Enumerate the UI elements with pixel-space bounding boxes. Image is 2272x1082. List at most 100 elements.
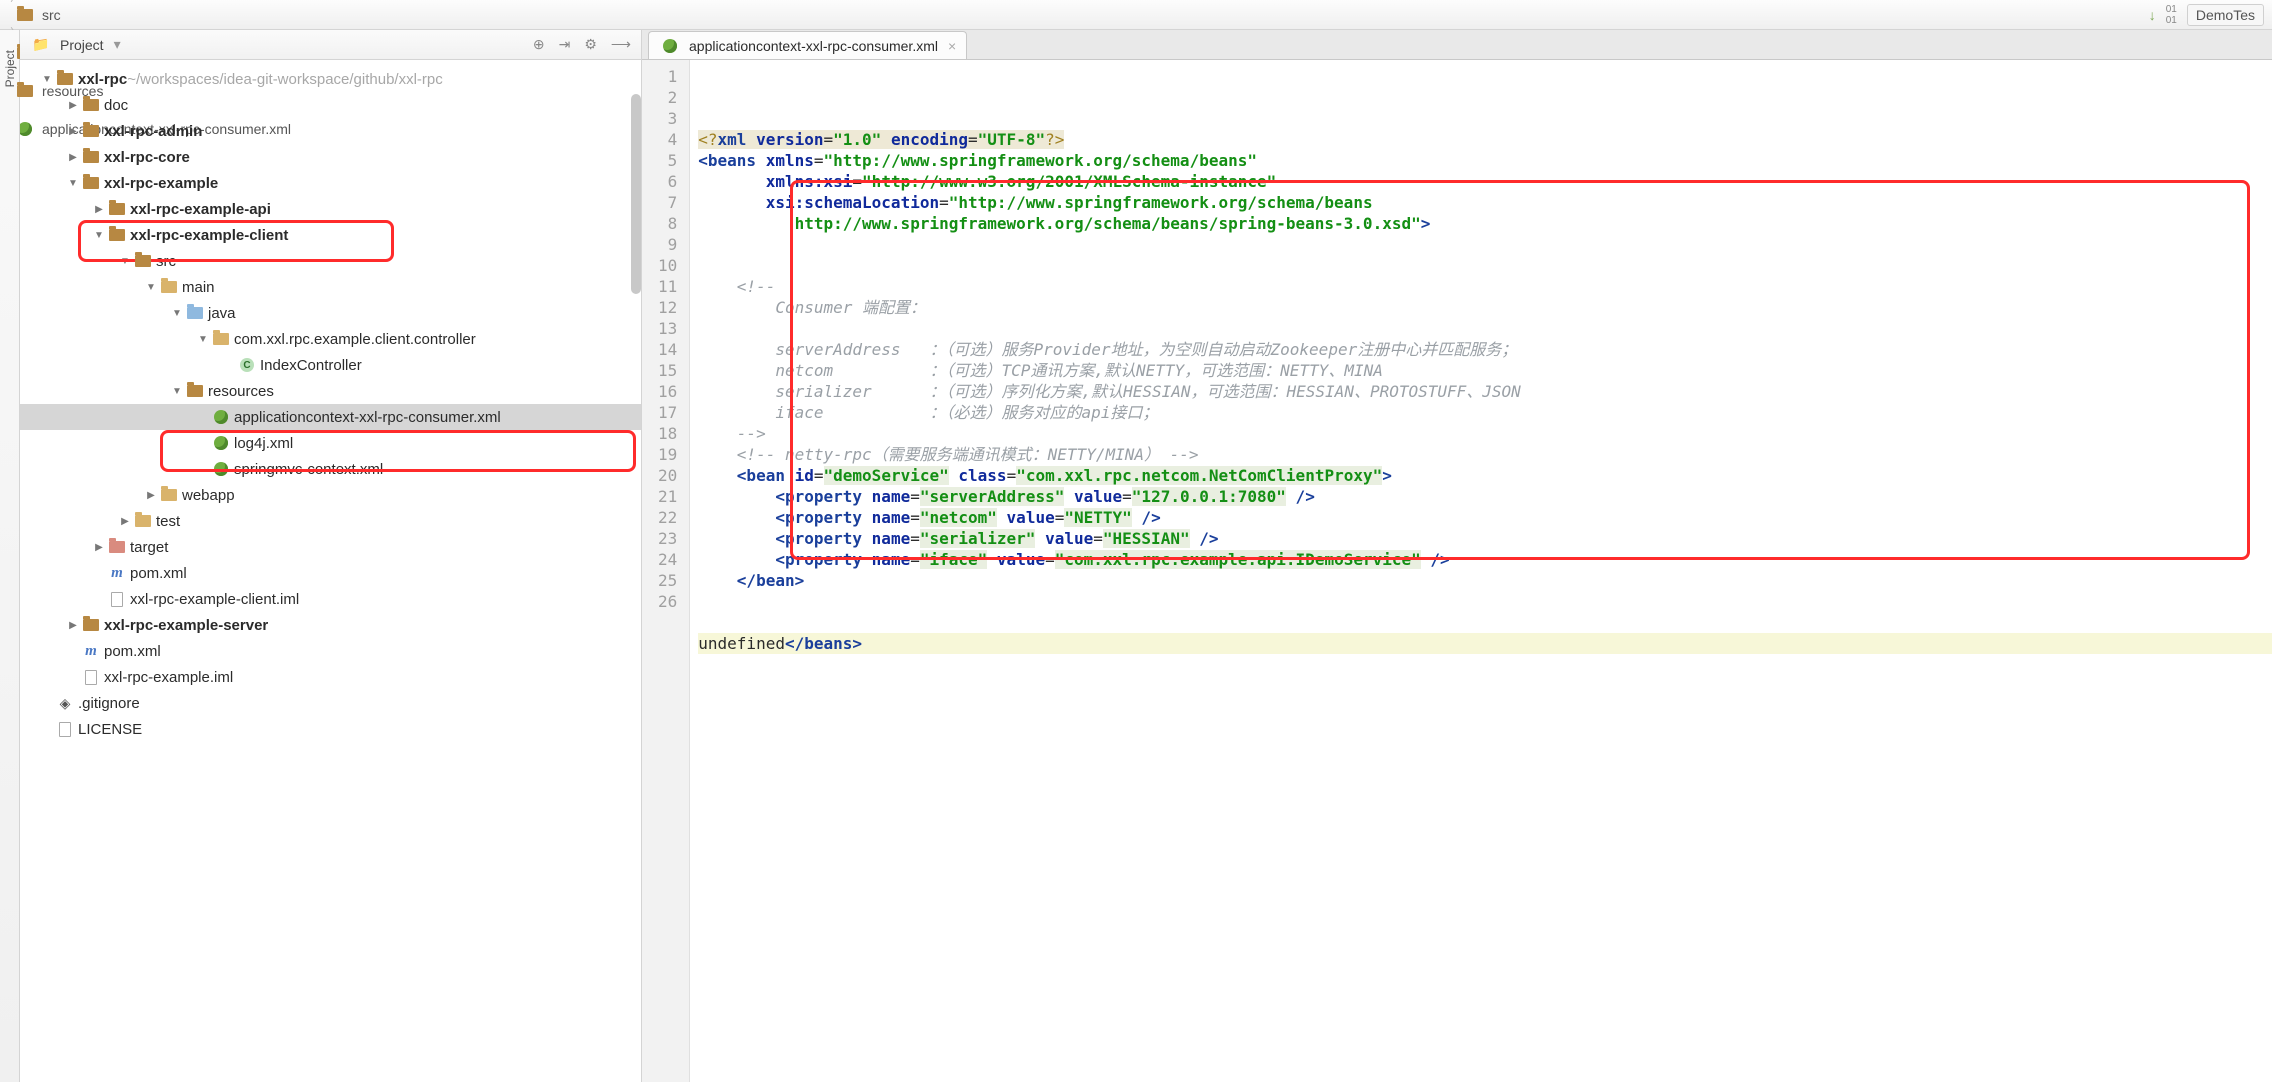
chevron-right-icon[interactable]: ▶	[66, 126, 80, 137]
breadcrumb-item[interactable]: src	[8, 6, 297, 24]
tree-item[interactable]: ▼ java	[20, 300, 641, 326]
chevron-right-icon[interactable]: ▶	[66, 152, 80, 163]
file-icon	[108, 590, 126, 608]
scrollbar-thumb[interactable]	[631, 94, 641, 294]
close-icon[interactable]: ×	[948, 38, 956, 54]
tree-item-label: xxl-rpc-example-server	[104, 617, 268, 634]
chevron-down-icon[interactable]: ▼	[144, 282, 158, 293]
tree-item-path: ~/workspaces/idea-git-workspace/github/x…	[127, 71, 443, 88]
tree-item[interactable]: ▶LICENSE	[20, 716, 641, 742]
tab-label: applicationcontext-xxl-rpc-consumer.xml	[689, 38, 938, 54]
chevron-right-icon[interactable]: ▶	[66, 100, 80, 111]
xml-icon	[212, 434, 230, 452]
tree-item[interactable]: ▼ xxl-rpc-example	[20, 170, 641, 196]
project-panel: 📁Project ▾ ⊕ ⇥ ⚙ ⟶ ▼ xxl-rpc ~/workspaces…	[20, 30, 642, 1082]
target-icon[interactable]: ⊕	[533, 36, 545, 53]
line-gutter: 1234567891011121314151617181920212223242…	[642, 60, 690, 1082]
tree-item[interactable]: ▶mpom.xml	[20, 638, 641, 664]
tree-item[interactable]: ▶◈.gitignore	[20, 690, 641, 716]
tree-item[interactable]: ▶xxl-rpc-example-client.iml	[20, 586, 641, 612]
tree-item[interactable]: ▶applicationcontext-xxl-rpc-consumer.xml	[20, 404, 641, 430]
chevron-right-icon[interactable]: ▶	[118, 516, 132, 527]
tree-item[interactable]: ▶xxl-rpc-example-api	[20, 196, 641, 222]
tree-item[interactable]: ▶ xxl-rpc-core	[20, 144, 641, 170]
folder-dark-icon	[82, 616, 100, 634]
tree-item-label: main	[182, 279, 215, 296]
tree-item-label: java	[208, 305, 236, 322]
folder-icon	[160, 278, 178, 296]
folder-dark-icon	[108, 226, 126, 244]
tree-item-label: pom.xml	[130, 565, 187, 582]
collapse-icon[interactable]: ⇥	[559, 36, 571, 53]
tree-item[interactable]: ▶CIndexController	[20, 352, 641, 378]
tree-item-label: doc	[104, 97, 128, 114]
tree-item[interactable]: ▶ test	[20, 508, 641, 534]
project-toolbar: 📁Project ▾ ⊕ ⇥ ⚙ ⟶	[20, 30, 641, 60]
chevron-down-icon[interactable]: ▼	[118, 256, 132, 267]
tree-item[interactable]: ▼resources	[20, 378, 641, 404]
tree-item-label: xxl-rpc-admin	[104, 123, 202, 140]
folder-dark-icon	[134, 252, 152, 270]
project-tree[interactable]: ▼ xxl-rpc ~/workspaces/idea-git-workspace…	[20, 60, 641, 1082]
tree-item-label: LICENSE	[78, 721, 142, 738]
chevron-down-icon[interactable]: ▼	[170, 308, 184, 319]
tree-item[interactable]: ▼com.xxl.rpc.example.client.controller	[20, 326, 641, 352]
tree-item[interactable]: ▶webapp	[20, 482, 641, 508]
chevron-down-icon[interactable]: ▼	[92, 230, 106, 241]
chevron-down-icon[interactable]: ▼	[40, 74, 54, 85]
tree-item[interactable]: ▶ xxl-rpc-admin	[20, 118, 641, 144]
folder-dark-icon	[56, 70, 74, 88]
chevron-right-icon[interactable]: ▶	[92, 542, 106, 553]
tree-item[interactable]: ▶mpom.xml	[20, 560, 641, 586]
editor-tabbar: applicationcontext-xxl-rpc-consumer.xml …	[642, 30, 2272, 60]
chevron-down-icon[interactable]: ▼	[66, 178, 80, 189]
file-icon	[56, 720, 74, 738]
tree-item[interactable]: ▶ target	[20, 534, 641, 560]
chevron-down-icon[interactable]: ▼	[170, 386, 184, 397]
code-editor[interactable]: 1234567891011121314151617181920212223242…	[642, 60, 2272, 1082]
tree-item[interactable]: ▶ xxl-rpc-example-server	[20, 612, 641, 638]
tree-item-label: xxl-rpc	[78, 71, 127, 88]
dropdown-icon[interactable]: ▾	[114, 36, 121, 53]
chevron-right-icon: 〉	[8, 0, 26, 4]
tree-item-label: IndexController	[260, 357, 362, 374]
folder-dark-icon	[82, 174, 100, 192]
project-tool-tab[interactable]: Project	[3, 50, 17, 87]
folder-blue-icon	[186, 304, 204, 322]
download-icon[interactable]: ↓	[2149, 7, 2156, 23]
code-content[interactable]: <?xml version="1.0" encoding="UTF-8"?><b…	[690, 60, 2272, 1082]
chevron-right-icon[interactable]: ▶	[92, 204, 106, 215]
tree-item[interactable]: ▶springmvc-context.xml	[20, 456, 641, 482]
m-icon: m	[108, 564, 126, 582]
folder-red-icon	[108, 538, 126, 556]
tree-item-label: applicationcontext-xxl-rpc-consumer.xml	[234, 409, 501, 426]
tree-item[interactable]: ▼ xxl-rpc ~/workspaces/idea-git-workspace…	[20, 66, 641, 92]
chevron-right-icon[interactable]: ▶	[144, 490, 158, 501]
tree-item[interactable]: ▶log4j.xml	[20, 430, 641, 456]
gear-icon[interactable]: ⚙	[584, 36, 597, 53]
tree-item-label: .gitignore	[78, 695, 140, 712]
tree-item[interactable]: ▶ doc	[20, 92, 641, 118]
tree-item[interactable]: ▶xxl-rpc-example.iml	[20, 664, 641, 690]
chevron-down-icon[interactable]: ▼	[196, 334, 210, 345]
m-icon: m	[82, 642, 100, 660]
tree-item[interactable]: ▼src	[20, 248, 641, 274]
tree-item[interactable]: ▼ main	[20, 274, 641, 300]
tree-item[interactable]: ▼ xxl-rpc-example-client	[20, 222, 641, 248]
tree-item-label: target	[130, 539, 168, 556]
hide-icon[interactable]: ⟶	[611, 36, 631, 53]
tree-item-label: xxl-rpc-example-client	[130, 227, 288, 244]
editor-tab[interactable]: applicationcontext-xxl-rpc-consumer.xml …	[648, 31, 967, 59]
left-tool-rail: Project	[0, 30, 20, 1082]
folder-icon	[212, 330, 230, 348]
run-config-selector[interactable]: DemoTes	[2187, 4, 2264, 26]
class-icon: C	[238, 356, 256, 374]
tree-item-label: test	[156, 513, 180, 530]
git-icon: ◈	[56, 694, 74, 712]
binary-icon[interactable]: 0101	[2166, 4, 2177, 26]
chevron-right-icon[interactable]: ▶	[66, 620, 80, 631]
tree-item-label: xxl-rpc-core	[104, 149, 190, 166]
tree-item-label: xxl-rpc-example	[104, 175, 218, 192]
folder-dark-icon	[108, 200, 126, 218]
xml-file-icon	[663, 39, 677, 53]
